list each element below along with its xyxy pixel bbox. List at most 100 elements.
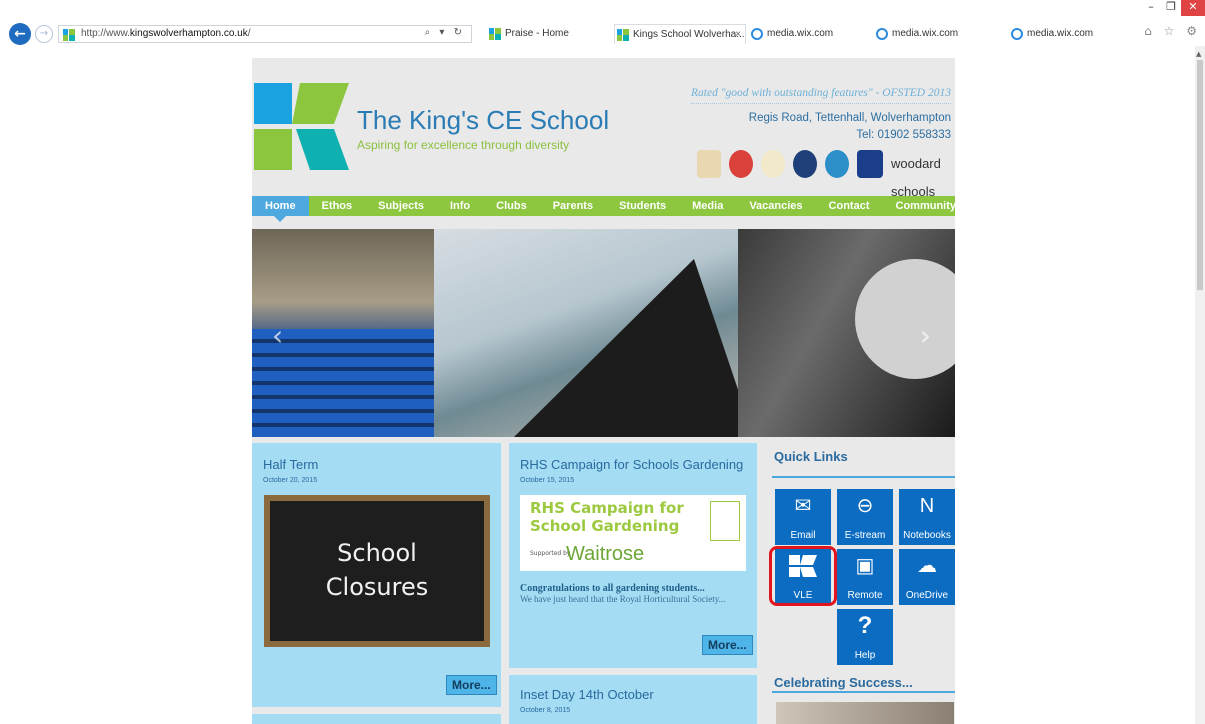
ie-icon xyxy=(751,28,763,40)
close-tab-icon[interactable]: × xyxy=(735,25,741,45)
waitrose-logo: Waitrose xyxy=(566,543,645,565)
image-text: Supported by xyxy=(530,550,571,557)
celebrating-success-title: Celebrating Success... xyxy=(774,675,913,690)
nav-home[interactable]: Home xyxy=(252,196,309,222)
slideshow-prev-icon[interactable]: ‹ xyxy=(272,319,283,352)
image-text: RHS Campaign for xyxy=(530,499,684,517)
nav-clubs[interactable]: Clubs xyxy=(483,196,540,216)
news-title[interactable]: Inset Day 14th October xyxy=(520,687,654,702)
address-bar[interactable]: http://www.kingswolverhampton.co.uk/ ⌕ ▾… xyxy=(58,25,472,43)
news-card-rhs: RHS Campaign for Schools Gardening Octob… xyxy=(509,443,757,668)
back-button[interactable]: ← xyxy=(9,23,31,45)
page-container: The King's CE School Aspiring for excell… xyxy=(252,58,956,724)
hero-slideshow[interactable]: ‹ › xyxy=(252,229,955,437)
quick-link-onedrive[interactable]: ☁ OneDrive xyxy=(899,549,955,605)
window-controls: – ❐ ✕ xyxy=(1141,0,1205,16)
image-text: School Gardening xyxy=(530,517,680,535)
quick-link-estream[interactable]: ⊖ E-stream xyxy=(837,489,893,545)
news-date: October 15, 2015 xyxy=(520,477,575,484)
news-card-next xyxy=(252,714,501,724)
accreditation-badges: woodard schools xyxy=(697,150,951,199)
news-excerpt: Congratulations to all gardening student… xyxy=(520,583,746,605)
divider xyxy=(772,691,955,693)
onenote-icon: N xyxy=(919,495,935,517)
close-window-button[interactable]: ✕ xyxy=(1181,0,1205,16)
nav-community[interactable]: Community xyxy=(883,196,970,216)
minimize-button[interactable]: – xyxy=(1141,0,1161,16)
slideshow-next-icon[interactable]: › xyxy=(920,319,931,352)
news-date: October 20, 2015 xyxy=(263,477,318,484)
tab-media-wix-3[interactable]: media.wix.com xyxy=(1009,24,1139,44)
address-line: Regis Road, Tettenhall, Wolverhampton xyxy=(748,112,951,124)
forward-button[interactable]: → xyxy=(35,25,53,43)
award-badge-icon xyxy=(697,150,721,178)
ie-icon xyxy=(876,28,888,40)
more-button[interactable]: More... xyxy=(702,635,753,655)
news-date: October 8, 2015 xyxy=(520,707,571,714)
ofsted-rating: Rated "good with outstanding features" -… xyxy=(691,87,951,104)
swimming-pool-photo xyxy=(434,229,754,437)
nav-info[interactable]: Info xyxy=(437,196,483,216)
quick-link-email[interactable]: ✉ Email xyxy=(775,489,831,545)
tab-kings-school[interactable]: Kings School Wolverha... × xyxy=(614,24,746,44)
telephone: Tel: 01902 558333 xyxy=(856,129,951,141)
quick-links-title: Quick Links xyxy=(774,449,848,464)
scroll-up-icon[interactable]: ▲ xyxy=(1196,50,1201,58)
nav-subjects[interactable]: Subjects xyxy=(365,196,437,216)
image-text: Closures xyxy=(325,573,429,601)
outlook-icon: ✉ xyxy=(794,495,812,517)
tab-media-wix-1[interactable]: media.wix.com xyxy=(749,24,869,44)
nav-media[interactable]: Media xyxy=(679,196,736,216)
arts-colleges-badge-icon xyxy=(729,150,753,178)
site-tagline: Aspiring for excellence through diversit… xyxy=(357,138,570,152)
tab-label: media.wix.com xyxy=(892,28,959,39)
news-title[interactable]: RHS Campaign for Schools Gardening xyxy=(520,457,743,472)
image-text: School xyxy=(337,539,417,567)
tab-label: media.wix.com xyxy=(1027,28,1094,39)
celebrating-success-photo[interactable] xyxy=(776,702,954,724)
estream-icon: ⊖ xyxy=(856,495,874,517)
science-badge-icon xyxy=(793,150,817,178)
cross-badge-icon xyxy=(857,150,883,178)
tab-label: media.wix.com xyxy=(767,28,834,39)
tab-praise-home[interactable]: Praise - Home xyxy=(487,24,609,44)
tab-media-wix-2[interactable]: media.wix.com xyxy=(874,24,1004,44)
news-card-half-term: Half Term October 20, 2015 School Closur… xyxy=(252,443,501,707)
search-refresh-icon[interactable]: ⌕ ▾ ↻ xyxy=(425,27,465,38)
site-favicon-icon xyxy=(63,29,75,41)
quick-link-remote[interactable]: ▣ Remote xyxy=(837,549,893,605)
site-title[interactable]: The King's CE School xyxy=(357,105,609,136)
nav-students[interactable]: Students xyxy=(606,196,679,216)
school-logo-icon xyxy=(254,83,349,170)
onedrive-icon: ☁ xyxy=(917,555,937,577)
browser-chrome: – ❐ ✕ ← → http://www.kingswolverhampton.… xyxy=(0,0,1205,46)
restore-button[interactable]: ❐ xyxy=(1161,0,1181,16)
home-favorites-settings-icon[interactable]: ⌂ ☆ ⚙ xyxy=(1144,24,1201,38)
nav-ethos[interactable]: Ethos xyxy=(309,196,366,216)
school-closures-image: School Closures xyxy=(264,495,490,647)
rhs-campaign-image: RHS Campaign for School Gardening Suppor… xyxy=(520,495,746,571)
sports-college-badge-icon xyxy=(825,150,849,178)
site-favicon-icon xyxy=(617,29,629,41)
news-title[interactable]: Half Term xyxy=(263,457,318,472)
quick-link-help[interactable]: ? Help xyxy=(837,609,893,665)
ie-icon xyxy=(1011,28,1023,40)
tab-label: Kings School Wolverha... xyxy=(633,29,745,40)
help-icon: ? xyxy=(857,612,873,639)
nav-vacancies[interactable]: Vacancies xyxy=(736,196,815,216)
main-navigation: Home Ethos Subjects Info Clubs Parents S… xyxy=(252,196,956,222)
more-button[interactable]: More... xyxy=(446,675,497,695)
nav-parents[interactable]: Parents xyxy=(540,196,606,216)
news-card-inset-day: Inset Day 14th October October 8, 2015 xyxy=(509,675,757,724)
nav-contact[interactable]: Contact xyxy=(816,196,883,216)
remote-icon: ▣ xyxy=(855,555,875,577)
vle-highlight-outline xyxy=(769,546,837,606)
tab-label: Praise - Home xyxy=(505,28,569,39)
arts-council-badge-icon xyxy=(761,150,785,178)
site-favicon-icon xyxy=(489,28,501,40)
url-text: http://www.kingswolverhampton.co.uk/ xyxy=(81,28,251,39)
quick-link-notebooks[interactable]: N Notebooks xyxy=(899,489,955,545)
scrollbar-thumb[interactable] xyxy=(1197,60,1203,290)
news-headline[interactable]: Congratulations to all gardening student… xyxy=(520,583,746,594)
vertical-scrollbar[interactable]: ▲ xyxy=(1195,46,1205,724)
